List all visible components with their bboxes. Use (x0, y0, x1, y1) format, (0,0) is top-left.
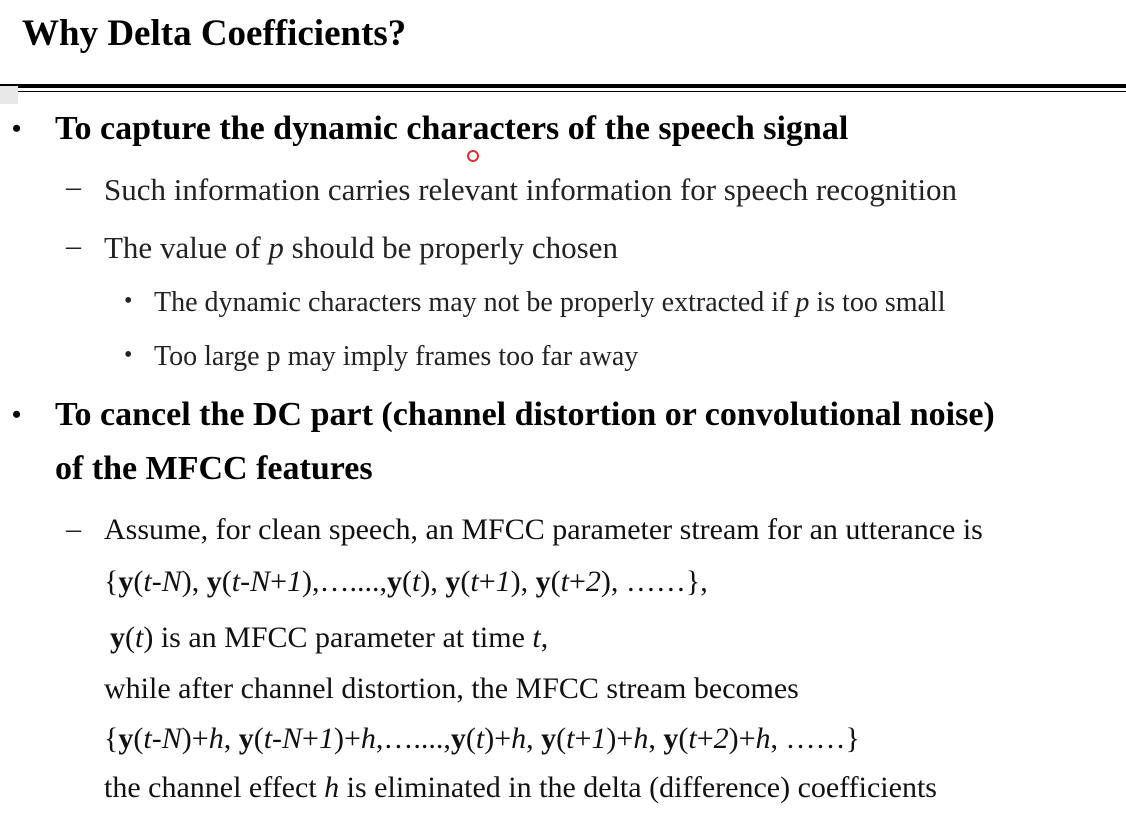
bullet-marker: • (124, 288, 133, 314)
bullet-1-text: To capture the dynamic characters of the… (55, 110, 849, 147)
variable-p: p (268, 230, 284, 265)
sub-sub-bullet-1: The dynamic characters may not be proper… (154, 287, 946, 319)
dash-marker: – (66, 170, 81, 203)
text-part: The value of (104, 230, 269, 265)
clean-stream-formula: {y(t-N), y(t-N+1),…....,y(t), y(t+1), y(… (104, 565, 708, 598)
definition-line: y(t) is an MFCC parameter at time t, (110, 621, 549, 654)
distortion-line: while after channel distortion, the MFCC… (104, 672, 799, 705)
dash-marker: – (66, 229, 81, 262)
title-divider-thick (0, 84, 1126, 88)
slide-title: Why Delta Coefficients? (22, 13, 407, 54)
bullet-marker: • (12, 400, 22, 429)
dash-marker: – (66, 512, 81, 545)
assume-line: Assume, for clean speech, an MFCC parame… (104, 513, 983, 546)
distorted-stream-formula: {y(t-N)+h, y(t-N+1)+h,…....,y(t)+h, y(t+… (104, 722, 860, 755)
conclusion-line: the channel effect h is eliminated in th… (104, 771, 937, 804)
text-part: should be properly chosen (283, 230, 618, 265)
bullet-marker: • (12, 114, 22, 143)
variable-p: p (795, 287, 810, 318)
text-part: The dynamic characters may not be proper… (154, 287, 796, 318)
text-part: is too small (809, 287, 946, 318)
mouse-cursor-indicator (467, 150, 479, 162)
sub-bullet-1-1: Such information carries relevant inform… (104, 172, 958, 207)
bullet-2-line-1: To cancel the DC part (channel distortio… (55, 396, 995, 433)
title-divider-thin (0, 91, 1126, 92)
sub-bullet-1-2: The value of p should be properly chosen (104, 230, 618, 266)
corner-shade (0, 86, 18, 104)
sub-sub-bullet-2: Too large p may imply frames too far awa… (154, 341, 639, 372)
bullet-2-line-2: of the MFCC features (55, 450, 373, 487)
bullet-marker: • (124, 342, 133, 368)
